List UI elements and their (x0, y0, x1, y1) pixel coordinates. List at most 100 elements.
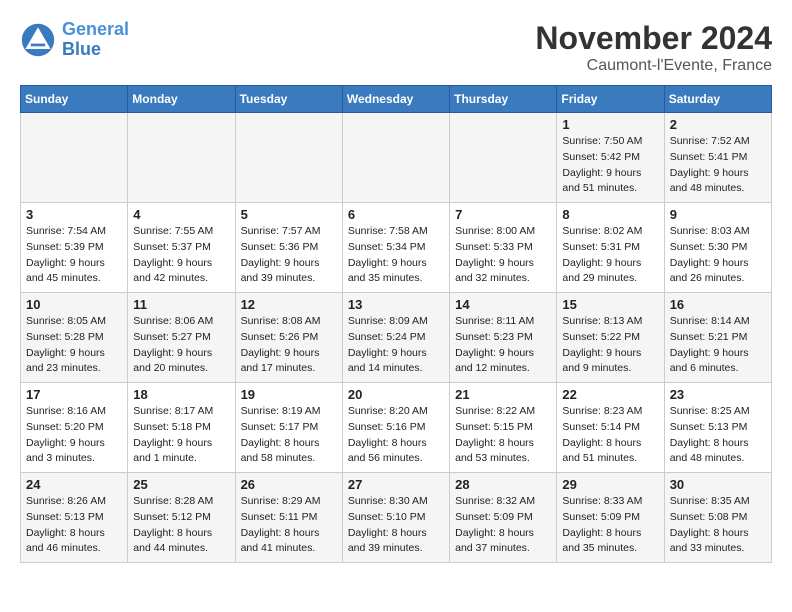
calendar-table: SundayMondayTuesdayWednesdayThursdayFrid… (20, 85, 772, 563)
day-info: Sunrise: 8:29 AM Sunset: 5:11 PM Dayligh… (241, 494, 337, 557)
day-info: Sunrise: 8:09 AM Sunset: 5:24 PM Dayligh… (348, 314, 444, 377)
day-number: 14 (455, 297, 551, 312)
day-number: 17 (26, 387, 122, 402)
day-number: 20 (348, 387, 444, 402)
day-cell: 7 Sunrise: 8:00 AM Sunset: 5:33 PM Daylig… (450, 203, 557, 293)
day-number: 29 (562, 477, 658, 492)
day-cell: 22Sunrise: 8:23 AM Sunset: 5:14 PM Dayli… (557, 383, 664, 473)
day-number: 9 (670, 207, 766, 222)
day-cell: 3 Sunrise: 7:54 AM Sunset: 5:39 PM Daylig… (21, 203, 128, 293)
day-number: 27 (348, 477, 444, 492)
day-number: 23 (670, 387, 766, 402)
day-number: 18 (133, 387, 229, 402)
day-cell: 14Sunrise: 8:11 AM Sunset: 5:23 PM Dayli… (450, 293, 557, 383)
day-number: 19 (241, 387, 337, 402)
day-cell: 17Sunrise: 8:16 AM Sunset: 5:20 PM Dayli… (21, 383, 128, 473)
month-title: November 2024 (535, 20, 772, 57)
col-header-sunday: Sunday (21, 86, 128, 113)
day-cell: 28 Sunrise: 8:32 AM Sunset: 5:09 PM Dayli… (450, 473, 557, 563)
day-number: 1 (562, 117, 658, 132)
logo-icon (20, 22, 56, 58)
day-number: 5 (241, 207, 337, 222)
header-row: SundayMondayTuesdayWednesdayThursdayFrid… (21, 86, 772, 113)
week-row-1: 1 Sunrise: 7:50 AM Sunset: 5:42 PM Daylig… (21, 113, 772, 203)
week-row-4: 17Sunrise: 8:16 AM Sunset: 5:20 PM Dayli… (21, 383, 772, 473)
day-cell: 21 Sunrise: 8:22 AM Sunset: 5:15 PM Dayli… (450, 383, 557, 473)
day-cell: 12 Sunrise: 8:08 AM Sunset: 5:26 PM Dayli… (235, 293, 342, 383)
day-cell: 5 Sunrise: 7:57 AM Sunset: 5:36 PM Daylig… (235, 203, 342, 293)
day-cell: 19Sunrise: 8:19 AM Sunset: 5:17 PM Dayli… (235, 383, 342, 473)
week-row-5: 24 Sunrise: 8:26 AM Sunset: 5:13 PM Dayli… (21, 473, 772, 563)
day-cell: 30Sunrise: 8:35 AM Sunset: 5:08 PM Dayli… (664, 473, 771, 563)
day-number: 22 (562, 387, 658, 402)
day-info: Sunrise: 8:17 AM Sunset: 5:18 PM Dayligh… (133, 404, 229, 467)
day-number: 10 (26, 297, 122, 312)
day-number: 28 (455, 477, 551, 492)
day-number: 12 (241, 297, 337, 312)
day-number: 11 (133, 297, 229, 312)
day-cell: 6 Sunrise: 7:58 AM Sunset: 5:34 PM Daylig… (342, 203, 449, 293)
day-info: Sunrise: 8:30 AM Sunset: 5:10 PM Dayligh… (348, 494, 444, 557)
day-info: Sunrise: 8:20 AM Sunset: 5:16 PM Dayligh… (348, 404, 444, 467)
day-cell: 9 Sunrise: 8:03 AM Sunset: 5:30 PM Daylig… (664, 203, 771, 293)
day-number: 21 (455, 387, 551, 402)
day-number: 15 (562, 297, 658, 312)
col-header-thursday: Thursday (450, 86, 557, 113)
day-info: Sunrise: 7:58 AM Sunset: 5:34 PM Dayligh… (348, 224, 444, 287)
day-cell (21, 113, 128, 203)
day-cell: 13Sunrise: 8:09 AM Sunset: 5:24 PM Dayli… (342, 293, 449, 383)
day-cell: 1 Sunrise: 7:50 AM Sunset: 5:42 PM Daylig… (557, 113, 664, 203)
day-info: Sunrise: 8:25 AM Sunset: 5:13 PM Dayligh… (670, 404, 766, 467)
title-block: November 2024 Caumont-l'Evente, France (535, 20, 772, 75)
day-info: Sunrise: 8:32 AM Sunset: 5:09 PM Dayligh… (455, 494, 551, 557)
day-number: 2 (670, 117, 766, 132)
page-header: General Blue November 2024 Caumont-l'Eve… (20, 20, 772, 75)
day-number: 25 (133, 477, 229, 492)
day-info: Sunrise: 8:22 AM Sunset: 5:15 PM Dayligh… (455, 404, 551, 467)
day-number: 16 (670, 297, 766, 312)
day-cell: 24 Sunrise: 8:26 AM Sunset: 5:13 PM Dayli… (21, 473, 128, 563)
day-info: Sunrise: 8:03 AM Sunset: 5:30 PM Dayligh… (670, 224, 766, 287)
day-cell: 18 Sunrise: 8:17 AM Sunset: 5:18 PM Dayli… (128, 383, 235, 473)
day-cell: 27 Sunrise: 8:30 AM Sunset: 5:10 PM Dayli… (342, 473, 449, 563)
day-info: Sunrise: 8:00 AM Sunset: 5:33 PM Dayligh… (455, 224, 551, 287)
day-cell: 20 Sunrise: 8:20 AM Sunset: 5:16 PM Dayli… (342, 383, 449, 473)
logo: General Blue (20, 20, 129, 60)
day-number: 6 (348, 207, 444, 222)
day-info: Sunrise: 7:50 AM Sunset: 5:42 PM Dayligh… (562, 134, 658, 197)
logo-text: General Blue (62, 20, 129, 60)
day-info: Sunrise: 8:05 AM Sunset: 5:28 PM Dayligh… (26, 314, 122, 377)
day-info: Sunrise: 7:57 AM Sunset: 5:36 PM Dayligh… (241, 224, 337, 287)
week-row-2: 3 Sunrise: 7:54 AM Sunset: 5:39 PM Daylig… (21, 203, 772, 293)
col-header-monday: Monday (128, 86, 235, 113)
day-cell (235, 113, 342, 203)
day-cell: 4 Sunrise: 7:55 AM Sunset: 5:37 PM Daylig… (128, 203, 235, 293)
location-title: Caumont-l'Evente, France (535, 57, 772, 75)
day-cell: 15 Sunrise: 8:13 AM Sunset: 5:22 PM Dayli… (557, 293, 664, 383)
day-cell: 29Sunrise: 8:33 AM Sunset: 5:09 PM Dayli… (557, 473, 664, 563)
day-cell: 23 Sunrise: 8:25 AM Sunset: 5:13 PM Dayli… (664, 383, 771, 473)
day-info: Sunrise: 7:54 AM Sunset: 5:39 PM Dayligh… (26, 224, 122, 287)
day-cell (128, 113, 235, 203)
day-cell: 8 Sunrise: 8:02 AM Sunset: 5:31 PM Daylig… (557, 203, 664, 293)
day-number: 7 (455, 207, 551, 222)
day-info: Sunrise: 8:08 AM Sunset: 5:26 PM Dayligh… (241, 314, 337, 377)
day-info: Sunrise: 7:55 AM Sunset: 5:37 PM Dayligh… (133, 224, 229, 287)
day-info: Sunrise: 8:35 AM Sunset: 5:08 PM Dayligh… (670, 494, 766, 557)
day-info: Sunrise: 8:14 AM Sunset: 5:21 PM Dayligh… (670, 314, 766, 377)
week-row-3: 10 Sunrise: 8:05 AM Sunset: 5:28 PM Dayli… (21, 293, 772, 383)
day-cell: 10 Sunrise: 8:05 AM Sunset: 5:28 PM Dayli… (21, 293, 128, 383)
day-info: Sunrise: 8:28 AM Sunset: 5:12 PM Dayligh… (133, 494, 229, 557)
day-number: 3 (26, 207, 122, 222)
day-number: 8 (562, 207, 658, 222)
day-info: Sunrise: 8:26 AM Sunset: 5:13 PM Dayligh… (26, 494, 122, 557)
day-cell (450, 113, 557, 203)
day-number: 4 (133, 207, 229, 222)
day-cell (342, 113, 449, 203)
day-number: 24 (26, 477, 122, 492)
day-info: Sunrise: 8:13 AM Sunset: 5:22 PM Dayligh… (562, 314, 658, 377)
day-number: 26 (241, 477, 337, 492)
day-cell: 25 Sunrise: 8:28 AM Sunset: 5:12 PM Dayli… (128, 473, 235, 563)
col-header-saturday: Saturday (664, 86, 771, 113)
day-info: Sunrise: 8:02 AM Sunset: 5:31 PM Dayligh… (562, 224, 658, 287)
